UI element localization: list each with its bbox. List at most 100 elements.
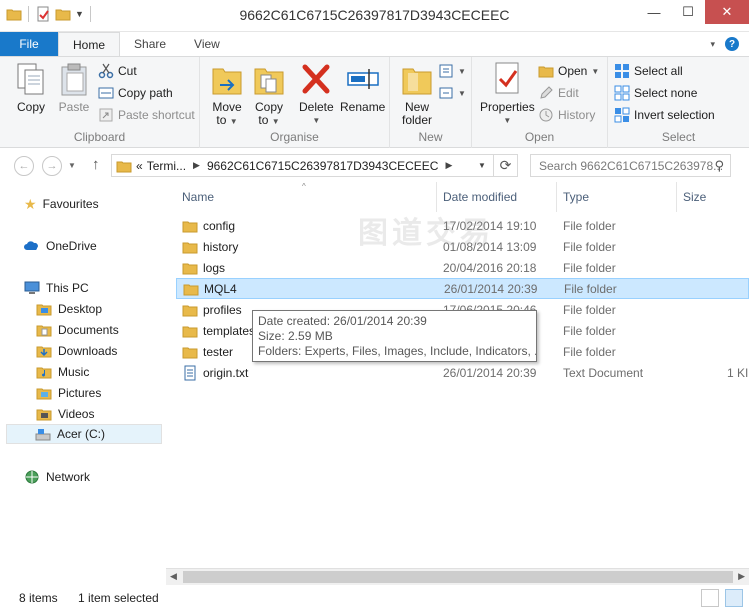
drive-icon (35, 429, 51, 441)
scroll-left-icon[interactable]: ◀ (170, 571, 177, 582)
tab-share[interactable]: Share (120, 32, 180, 56)
file-row[interactable]: logs 20/04/2016 20:18 File folder (176, 257, 749, 278)
move-to-icon (212, 68, 242, 95)
nav-item-label: OneDrive (46, 239, 97, 253)
nav-item-onedrive[interactable]: OneDrive (24, 236, 97, 256)
copy-path-button[interactable]: Copy path (98, 83, 173, 103)
select-none-button[interactable]: Select none (614, 83, 697, 103)
delete-button[interactable]: Delete ▼ (299, 61, 334, 127)
easy-access-icon (439, 87, 453, 99)
expand-ribbon-icon[interactable]: ▾ (710, 39, 715, 50)
organise-group-label: Organise (270, 130, 319, 144)
help-icon[interactable]: ? (725, 37, 739, 51)
back-button[interactable]: ← (14, 156, 34, 176)
history-icon (539, 108, 553, 122)
file-type: Text Document (563, 365, 644, 380)
column-header-date[interactable]: Date modified (443, 190, 517, 204)
nav-item-videos[interactable]: Videos (36, 404, 94, 424)
paste-button[interactable]: Paste (57, 61, 91, 114)
nav-item-this-pc[interactable]: This PC (24, 278, 89, 298)
copy-to-button[interactable]: Copy to ▼ (252, 61, 286, 128)
up-button[interactable]: ↑ (92, 156, 100, 173)
file-name: profiles (203, 302, 242, 317)
column-divider[interactable] (556, 182, 557, 212)
new-item-button[interactable]: ▼ (438, 61, 466, 81)
nav-item-favourites[interactable]: ★ Favourites (24, 194, 99, 214)
ribbon: Copy Paste Cut Copy path Paste shortcut … (0, 56, 749, 148)
file-type: File folder (563, 239, 616, 254)
refresh-button[interactable]: ⟳ (493, 155, 517, 176)
search-input[interactable]: Search 9662C61C6715C263978... ⚲ (530, 154, 731, 177)
nav-item-drive-c[interactable]: Acer (C:) (6, 424, 162, 444)
maximize-button[interactable]: ☐ (671, 0, 705, 24)
breadcrumb-chevron-icon[interactable]: ▶ (193, 160, 200, 171)
tab-home[interactable]: Home (58, 32, 121, 56)
breadcrumb-current[interactable]: 9662C61C6715C26397817D3943CECEEC (207, 159, 439, 173)
column-header-size[interactable]: Size (683, 190, 706, 204)
move-to-button[interactable]: Move to ▼ (210, 61, 244, 128)
invert-selection-button[interactable]: Invert selection (614, 105, 715, 125)
column-header-type[interactable]: Type (563, 190, 589, 204)
new-folder-button[interactable]: New folder (400, 61, 434, 127)
select-all-button[interactable]: Select all (614, 61, 683, 81)
nav-item-desktop[interactable]: Desktop (36, 299, 102, 319)
address-dropdown-icon[interactable]: ▼ (478, 161, 486, 170)
nav-item-pictures[interactable]: Pictures (36, 383, 101, 403)
folder-info-tooltip: Date created: 26/01/2014 20:39 Size: 2.5… (252, 310, 537, 362)
properties-button[interactable]: Properties ▼ (480, 61, 535, 127)
clipboard-group: Copy Paste Cut Copy path Paste shortcut … (0, 57, 200, 148)
select-all-icon (615, 64, 629, 78)
nav-item-label: Acer (C:) (57, 427, 105, 441)
cloud-icon (24, 241, 38, 250)
close-button[interactable]: ✕ (705, 0, 749, 24)
history-button[interactable]: History (538, 105, 595, 125)
properties-dropdown-icon[interactable]: ▼ (503, 114, 511, 127)
copy-to-label-2: to ▼ (258, 113, 280, 127)
file-row[interactable]: origin.txt 26/01/2014 20:39 Text Documen… (176, 362, 749, 383)
cut-button[interactable]: Cut (98, 61, 137, 81)
organise-group: Move to ▼ Copy to ▼ Delete ▼ Rename Orga… (200, 57, 390, 148)
folder-icon (182, 221, 198, 232)
tab-view[interactable]: View (180, 32, 234, 56)
breadcrumb-terminal[interactable]: Termi... (147, 159, 186, 173)
nav-item-label: Downloads (58, 344, 118, 358)
properties-label: Properties (480, 100, 535, 114)
horizontal-scrollbar[interactable]: ◀ ▶ (166, 568, 749, 585)
tooltip-date-created: Date created: 26/01/2014 20:39 (258, 314, 427, 328)
recent-locations-icon[interactable]: ▼ (68, 161, 76, 170)
column-header-name[interactable]: Name (182, 190, 214, 204)
folder-icon (182, 263, 198, 274)
address-bar[interactable]: « Termi... ▶ 9662C61C6715C26397817D3943C… (111, 154, 518, 177)
edit-icon (540, 86, 553, 99)
details-view-button[interactable] (701, 589, 719, 607)
navigation-bar: ← → ▼ ↑ « Termi... ▶ 9662C61C6715C263978… (0, 148, 749, 182)
nav-item-downloads[interactable]: Downloads (36, 341, 117, 361)
delete-dropdown-icon[interactable]: ▼ (312, 114, 320, 127)
nav-item-music[interactable]: Music (36, 362, 89, 382)
forward-button[interactable]: → (42, 156, 62, 176)
file-type: File folder (563, 302, 616, 317)
nav-item-documents[interactable]: Documents (36, 320, 119, 340)
rename-label: Rename (340, 100, 386, 114)
open-button[interactable]: Open ▼ (538, 61, 599, 81)
copy-button[interactable]: Copy (14, 61, 48, 114)
easy-access-button[interactable]: ▼ (438, 83, 466, 103)
rename-button[interactable]: Rename (340, 61, 385, 114)
scroll-right-icon[interactable]: ▶ (738, 571, 745, 582)
breadcrumb-overflow[interactable]: « (136, 159, 143, 173)
breadcrumb-chevron-icon[interactable]: ▶ (445, 160, 452, 171)
edit-button[interactable]: Edit (538, 83, 579, 103)
minimize-button[interactable]: — (637, 0, 671, 24)
paste-shortcut-button[interactable]: Paste shortcut (98, 105, 195, 125)
computer-icon (24, 281, 40, 294)
column-divider[interactable] (676, 182, 677, 212)
music-folder-icon (36, 367, 52, 379)
nav-item-network[interactable]: Network (24, 467, 90, 487)
file-row-selected[interactable]: MQL4 26/01/2014 20:39 File folder (176, 278, 749, 299)
tooltip-size: Size: 2.59 MB (258, 329, 333, 343)
large-icons-view-button[interactable] (725, 589, 743, 607)
file-type: File folder (563, 323, 616, 338)
scroll-thumb[interactable] (183, 571, 733, 583)
tab-file[interactable]: File (0, 32, 58, 56)
documents-folder-icon (36, 325, 52, 337)
